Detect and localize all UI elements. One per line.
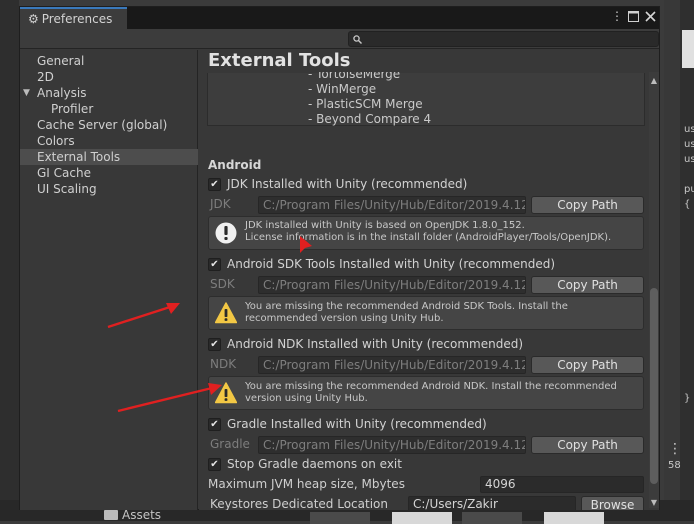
background-left-panel (0, 0, 19, 521)
warning-icon (215, 302, 237, 324)
folder-icon (104, 510, 118, 520)
kebab-menu-icon[interactable]: ⋮ (668, 441, 682, 457)
scroll-down-icon[interactable]: ▼ (649, 498, 659, 507)
external-tools-panel: - TortoiseMerge - WinMerge - PlasticSCM … (199, 50, 659, 510)
sidebar-item-profiler[interactable]: Profiler (20, 101, 198, 117)
sidebar-item-label: 2D (37, 70, 54, 84)
info-icon (215, 222, 237, 244)
jdk-field-label: JDK (210, 197, 231, 211)
title-bar: ⚙ Preferences ⋮ (20, 7, 659, 29)
kebab-menu-icon[interactable]: ⋮ (610, 9, 624, 25)
code-line: } (684, 393, 691, 404)
stop-gradle-checkbox[interactable]: ✔ (208, 458, 221, 471)
maximize-icon[interactable] (626, 9, 640, 25)
browse-button[interactable]: Browse (581, 496, 644, 510)
asset-thumbnail[interactable] (392, 512, 452, 524)
ndk-checkbox[interactable]: ✔ (208, 338, 221, 351)
sidebar-item-label: General (37, 54, 85, 68)
sidebar-item-label: Profiler (51, 102, 94, 116)
sidebar-item-gi-cache[interactable]: GI Cache (20, 165, 198, 181)
sidebar-item-external-tools[interactable]: External Tools (20, 149, 198, 165)
right-number: 58 (668, 460, 681, 471)
sdk-checkbox-label: Android SDK Tools Installed with Unity (… (227, 257, 556, 271)
preferences-window: ⚙ Preferences ⋮ General 2D ▼ Analysis Prof… (19, 6, 660, 510)
jdk-checkbox-label: JDK Installed with Unity (recommended) (227, 177, 468, 191)
cursor-pointer-icon (300, 236, 312, 253)
ndk-path-field[interactable]: C:/Program Files/Unity/Hub/Editor/2019.4… (258, 356, 526, 374)
code-line: us (684, 124, 694, 135)
tab-preferences[interactable]: ⚙ Preferences (20, 7, 127, 29)
stop-gradle-label: Stop Gradle daemons on exit (227, 457, 402, 471)
sidebar-item-cache-server[interactable]: Cache Server (global) (20, 117, 198, 133)
max-heap-label: Maximum JVM heap size, Mbytes (208, 477, 405, 491)
sdk-path-field[interactable]: C:/Program Files/Unity/Hub/Editor/2019.4… (258, 276, 526, 294)
jdk-checkbox[interactable]: ✔ (208, 178, 221, 191)
sidebar-item-2d[interactable]: 2D (20, 69, 198, 85)
sidebar-item-label: UI Scaling (37, 182, 97, 196)
code-line: pu (684, 184, 694, 195)
jdk-info-line: JDK installed with Unity is based on Ope… (245, 220, 525, 231)
page-title: External Tools (208, 50, 351, 71)
jdk-info-box: JDK installed with Unity is based on Ope… (208, 216, 644, 250)
ndk-warning-message: You are missing the recommended Android … (245, 381, 617, 404)
jdk-copy-path-button[interactable]: Copy Path (531, 196, 644, 214)
background-right-white-block (682, 30, 694, 68)
merge-tool-item: - PlasticSCM Merge (308, 97, 423, 111)
gradle-field-label: Gradle (210, 437, 250, 451)
sidebar-item-general[interactable]: General (20, 53, 198, 69)
scrollbar-thumb[interactable] (650, 288, 658, 484)
sidebar-item-label: External Tools (37, 150, 121, 164)
gradle-checkbox-label: Gradle Installed with Unity (recommended… (227, 417, 487, 431)
ndk-field-label: NDK (210, 357, 237, 371)
search-input[interactable] (348, 31, 659, 47)
sdk-warning-message: You are missing the recommended Android … (245, 301, 568, 324)
toolbar (20, 29, 659, 49)
code-line: { (684, 199, 691, 210)
android-section-header: Android (208, 158, 262, 172)
assets-folder[interactable]: Assets (104, 508, 161, 522)
sdk-checkbox[interactable]: ✔ (208, 258, 221, 271)
preferences-sidebar: General 2D ▼ Analysis Profiler Cache Serv… (20, 50, 198, 510)
merge-tools-list: - TortoiseMerge - WinMerge - PlasticSCM … (207, 67, 645, 126)
sidebar-item-colors[interactable]: Colors (20, 133, 198, 149)
assets-label: Assets (122, 508, 162, 522)
content-scrollbar[interactable]: ▲ ▼ (649, 72, 659, 508)
ndk-checkbox-label: Android NDK Installed with Unity (recomm… (227, 337, 524, 351)
background-right-strip (680, 0, 694, 521)
scroll-up-icon[interactable]: ▲ (649, 76, 659, 85)
ndk-copy-path-button[interactable]: Copy Path (531, 356, 644, 374)
gradle-checkbox[interactable]: ✔ (208, 418, 221, 431)
sdk-field-label: SDK (210, 277, 235, 291)
annotation-arrow-icon (107, 303, 180, 329)
foldout-arrow-icon[interactable]: ▼ (23, 85, 30, 101)
sidebar-item-label: Cache Server (global) (37, 118, 168, 132)
gear-icon: ⚙ (28, 12, 39, 26)
asset-thumbnail[interactable] (544, 512, 604, 524)
search-icon (353, 32, 362, 47)
tab-title: Preferences (41, 12, 113, 26)
asset-thumbnail[interactable] (462, 512, 522, 524)
close-icon[interactable] (643, 9, 657, 25)
sidebar-item-ui-scaling[interactable]: UI Scaling (20, 181, 198, 197)
max-heap-field[interactable]: 4096 (480, 476, 644, 493)
merge-tool-item: - WinMerge (308, 82, 377, 96)
sidebar-item-label: Colors (37, 134, 75, 148)
gradle-path-field[interactable]: C:/Program Files/Unity/Hub/Editor/2019.4… (258, 436, 526, 454)
sdk-warning-box: You are missing the recommended Android … (208, 296, 644, 330)
annotation-arrow-icon (117, 383, 222, 413)
ndk-warning-box: You are missing the recommended Android … (208, 376, 644, 410)
keystores-label: Keystores Dedicated Location (210, 497, 388, 510)
sdk-copy-path-button[interactable]: Copy Path (531, 276, 644, 294)
merge-tool-item: - Beyond Compare 4 (308, 112, 432, 126)
keystores-path-field[interactable]: C:/Users/Zakir (408, 496, 576, 510)
sidebar-item-label: Analysis (37, 86, 87, 100)
background-right-panel: us us us pu { } ⋮ 58 (664, 0, 694, 521)
code-line: us (684, 154, 694, 165)
sidebar-item-label: GI Cache (37, 166, 91, 180)
jdk-path-field[interactable]: C:/Program Files/Unity/Hub/Editor/2019.4… (258, 196, 526, 214)
sidebar-item-analysis[interactable]: ▼ Analysis (20, 85, 198, 101)
code-line: us (684, 139, 694, 150)
gradle-copy-path-button[interactable]: Copy Path (531, 436, 644, 454)
asset-thumbnail[interactable] (310, 512, 370, 524)
